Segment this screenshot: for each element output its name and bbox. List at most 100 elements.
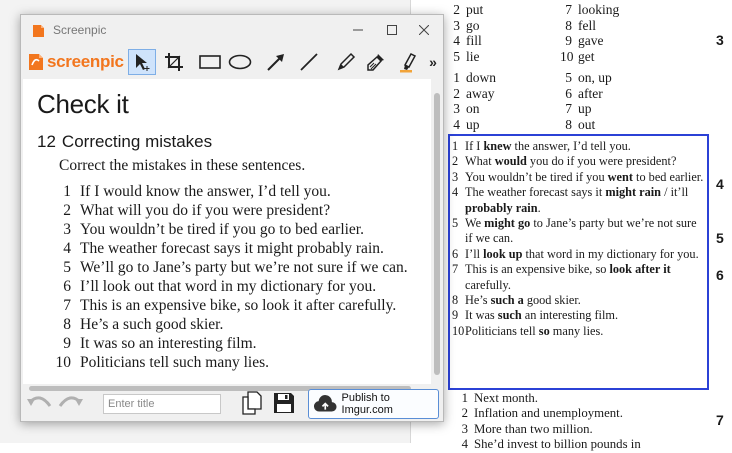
answer-row: 1 down (448, 70, 496, 86)
answer-row: 3 More than two million. (456, 422, 641, 437)
logo-icon (29, 54, 43, 70)
line-tool[interactable] (295, 49, 323, 75)
answer-row: 7 up (560, 101, 612, 117)
answer-row: 3 on (448, 101, 496, 117)
publish-to-imgur-button[interactable]: Publish to Imgur.com (308, 389, 439, 419)
item-number: 2 (453, 85, 460, 101)
cursor-icon (136, 54, 150, 71)
item-answer: gave (578, 33, 604, 48)
section-marker: 5 (716, 230, 724, 246)
undo-icon (27, 396, 52, 407)
close-button[interactable] (409, 19, 439, 41)
item-number: 5 (452, 216, 459, 231)
rectangle-tool[interactable] (196, 49, 224, 75)
section-marker: 3 (716, 32, 724, 48)
more-tools-button[interactable]: » (425, 49, 441, 75)
sentence-text: What will you do if you were president? (80, 202, 331, 219)
sentence-number: 1 (63, 183, 71, 200)
sentence-number: 4 (63, 240, 71, 257)
sentence-text: The weather forecast says it might proba… (80, 240, 384, 257)
item-answer: on (466, 101, 480, 116)
item-answer: fill (466, 33, 482, 48)
item-answer: out (578, 116, 596, 132)
title-bar[interactable]: Screenpic (21, 15, 443, 45)
answer-key-item: 2 What would you do if you were president… (452, 154, 707, 169)
answer-row: 2 away (448, 86, 496, 102)
answer-text: We might go to Jane’s party but we’re no… (465, 216, 697, 246)
title-input[interactable] (103, 394, 221, 414)
marker-tool[interactable] (394, 49, 422, 75)
copy-button[interactable] (241, 391, 263, 420)
window-title: Screenpic (53, 23, 107, 37)
sentence-number: 5 (63, 259, 71, 276)
answer-text: It was such an interesting film. (465, 308, 619, 323)
answer-column-second-left: 1 down 2 away 3 on 4 up (448, 70, 496, 132)
sentence-number: 6 (63, 278, 71, 295)
sentence-number: 8 (63, 316, 71, 333)
section-marker: 6 (716, 267, 724, 283)
answer-text: If I knew the answer, I’d tell you. (465, 139, 631, 153)
item-answer: looking (578, 2, 620, 17)
answer-row: 2 put (448, 2, 483, 18)
answer-key-item: 6 I’ll look up that word in my dictionary… (452, 247, 707, 262)
arrow-tool[interactable] (262, 49, 290, 75)
page-heading: Check it (37, 89, 129, 119)
answer-row: 8 out (560, 117, 612, 133)
answer-key-item: 3 You wouldn’t be tired if you went to be… (452, 170, 707, 185)
select-tool[interactable] (128, 49, 156, 75)
minimize-button[interactable] (343, 19, 373, 41)
item-number: 6 (565, 85, 572, 101)
sentence-row: 3 You wouldn’t be tired if you go to bed … (51, 220, 408, 239)
item-number: 6 (452, 246, 459, 261)
answer-row: 6 after (560, 86, 612, 102)
answer-key-item: 10 Politicians tell so many lies. (452, 324, 707, 339)
sentence-row: 5 We’ll go to Jane’s party but we’re not … (51, 258, 407, 277)
answer-text: More than two million. (474, 421, 593, 436)
sentence-row: 4 The weather forecast says it might prob… (51, 239, 408, 258)
next-exercise-answers: 1 Next month. 2 Inflation and unemployment.… (456, 391, 641, 453)
item-answer: fell (578, 17, 596, 33)
sentence-row: 6 I’ll look out that word in my dictionar… (51, 277, 408, 296)
answer-key-item: 9 It was such an interesting film. (452, 308, 707, 323)
answer-text: What would you do if you were president? (465, 154, 677, 169)
save-icon (274, 393, 294, 413)
sentence-text: Politicians tell such many lies. (80, 354, 269, 371)
sentence-number: 7 (63, 297, 71, 314)
arrow-icon (267, 54, 284, 71)
item-number: 3 (461, 421, 468, 436)
item-number: 4 (453, 33, 460, 48)
sentence-text: You wouldn’t be tired if you go to bed e… (80, 221, 364, 238)
answer-row: 2 Inflation and unemployment. (456, 406, 641, 421)
bottom-bar: Publish to Imgur.com (21, 385, 443, 421)
crop-tool[interactable] (160, 49, 188, 75)
crop-icon (165, 53, 183, 71)
answer-row: 7 looking (560, 2, 619, 18)
vertical-scroll-thumb[interactable] (434, 93, 440, 375)
item-number: 5 (453, 48, 460, 64)
answer-text: The weather forecast says it might rain … (465, 185, 689, 215)
item-number: 10 (560, 48, 574, 64)
brush-tool[interactable] (362, 49, 390, 75)
item-number: 8 (452, 293, 459, 308)
answer-key-list: 1 If I knew the answer, I’d tell you. 2 Wha… (452, 139, 707, 339)
item-number: 9 (565, 33, 572, 48)
ellipse-tool[interactable] (226, 49, 254, 75)
save-button[interactable] (272, 391, 296, 420)
maximize-button[interactable] (377, 19, 407, 41)
pen-tool[interactable] (332, 49, 360, 75)
vertical-scrollbar[interactable] (432, 79, 442, 384)
brush-icon (367, 54, 384, 71)
item-answer: put (466, 2, 484, 17)
sentence-number: 3 (63, 221, 71, 238)
sentence-list: 1 If I would know the answer, I’d tell yo… (51, 182, 408, 372)
item-number: 4 (453, 116, 460, 132)
logo-text: screenpic (47, 52, 124, 71)
undo-button[interactable] (27, 393, 53, 418)
screenshot-canvas[interactable]: Check it 12 Correcting mistakes Correct t… (23, 79, 431, 384)
ellipse-icon (228, 54, 252, 70)
item-number: 2 (453, 2, 460, 17)
answer-text: Inflation and unemployment. (474, 406, 623, 421)
screenpic-window: Screenpic screenpic » Check it 12 Correc… (20, 14, 444, 422)
item-number: 3 (453, 101, 460, 116)
redo-button[interactable] (57, 393, 83, 418)
